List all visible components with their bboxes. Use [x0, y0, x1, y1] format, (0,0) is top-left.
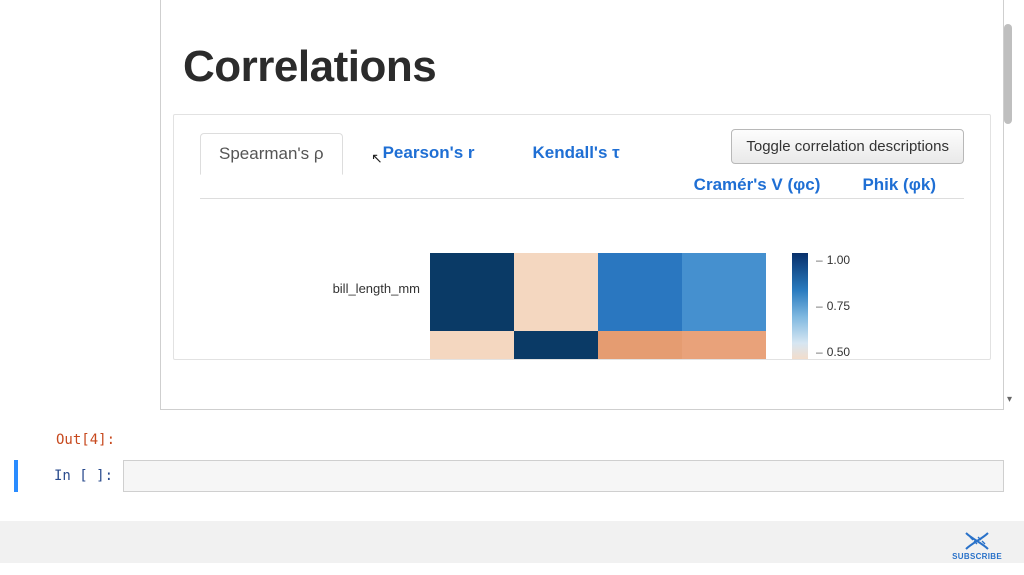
- heatmap-cell: [598, 331, 682, 359]
- tab-pearson[interactable]: Pearson's r: [365, 133, 493, 173]
- code-input[interactable]: [123, 460, 1004, 492]
- notebook-root: Correlations Spearman's ρ Pearson's r Ke…: [0, 0, 1024, 575]
- tab-kendall[interactable]: Kendall's τ: [515, 133, 638, 173]
- heatmap-cell: [430, 253, 514, 331]
- scroll-down-icon[interactable]: ▾: [1007, 394, 1012, 405]
- tabs-underline: [200, 198, 964, 199]
- heatmap-container: bill_length_mm: [330, 253, 964, 359]
- subscribe-label: SUBSCRIBE: [952, 552, 1002, 561]
- heatmap-cell: [682, 331, 766, 359]
- heatmap-cell: [682, 253, 766, 331]
- heatmap-grid: [430, 253, 766, 359]
- toggle-descriptions-button[interactable]: Toggle correlation descriptions: [731, 129, 964, 164]
- correlations-panel: Spearman's ρ Pearson's r Kendall's τ Cra…: [173, 114, 991, 360]
- subscribe-badge[interactable]: SUBSCRIBE: [952, 531, 1002, 561]
- colorbar-tick: 1.00: [816, 253, 850, 267]
- correlation-tabs-row2: Cramér's V (φc) Phik (φk): [200, 171, 964, 199]
- colorbar-ticks: 1.00 0.75 0.50: [816, 253, 850, 359]
- input-cell: In [ ]:: [14, 460, 1004, 492]
- heatmap-cell: [514, 253, 598, 331]
- heatmap-row-1: [430, 331, 766, 359]
- colorbar: 1.00 0.75 0.50: [792, 253, 850, 359]
- tab-spearman[interactable]: Spearman's ρ: [200, 133, 343, 175]
- heatmap-cell: [430, 331, 514, 359]
- output-cell: Correlations Spearman's ρ Pearson's r Ke…: [160, 0, 1004, 410]
- heatmap-row-0: [430, 253, 766, 331]
- input-prompt: In [ ]:: [18, 460, 123, 492]
- tab-cramers[interactable]: Cramér's V (φc): [686, 171, 829, 199]
- colorbar-tick: 0.75: [816, 299, 850, 313]
- page-bottom-strip: [0, 521, 1024, 563]
- dna-icon: [964, 531, 990, 551]
- tab-phik[interactable]: Phik (φk): [854, 171, 944, 199]
- colorbar-tick: 0.50: [816, 345, 850, 359]
- heatmap-cell: [598, 253, 682, 331]
- output-prompt: Out[4]:: [56, 432, 115, 448]
- heatmap-row-label: bill_length_mm: [330, 253, 430, 296]
- correlations-heading: Correlations: [183, 42, 1003, 92]
- scrollbar-thumb[interactable]: [1004, 24, 1012, 124]
- colorbar-gradient: [792, 253, 808, 359]
- heatmap-cell: [514, 331, 598, 359]
